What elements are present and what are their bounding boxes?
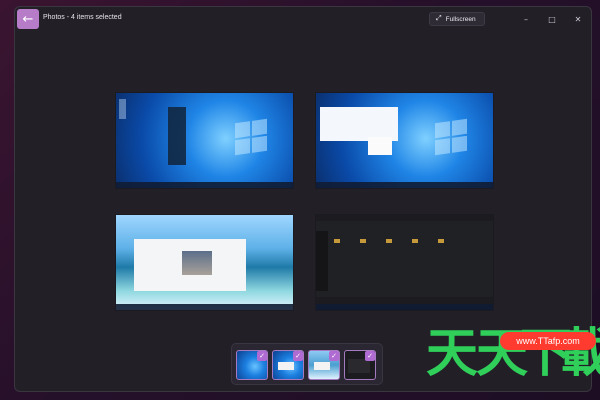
- thumbnail-3[interactable]: ✓: [308, 350, 340, 380]
- fullscreen-button[interactable]: ⤢ Fullscreen: [429, 12, 485, 26]
- expand-diagonal-icon: ⤢: [436, 15, 442, 22]
- title-bar: ← Photos - 4 items selected ⤢ Fullscreen…: [15, 7, 591, 33]
- maximize-icon: □: [548, 14, 556, 24]
- check-icon[interactable]: ✓: [329, 351, 339, 361]
- check-icon[interactable]: ✓: [257, 351, 267, 361]
- mini-window: [278, 362, 294, 370]
- taskbar: [116, 304, 293, 310]
- context-menu: [368, 137, 392, 155]
- compare-photo-3[interactable]: [115, 214, 294, 311]
- explorer-sidebar: [316, 231, 328, 291]
- windows-logo-icon: [435, 118, 467, 156]
- compare-photo-2[interactable]: [315, 92, 494, 189]
- photos-window: ← Photos - 4 items selected ⤢ Fullscreen…: [14, 6, 592, 392]
- thumbnail-2[interactable]: ✓: [272, 350, 304, 380]
- check-icon[interactable]: ✓: [293, 351, 303, 361]
- taskbar: [316, 182, 493, 188]
- context-menu: [168, 107, 186, 165]
- close-icon: ✕: [574, 14, 582, 24]
- thumbnail-1[interactable]: ✓: [236, 350, 268, 380]
- back-button[interactable]: ←: [17, 9, 39, 29]
- file-explorer-window: [316, 221, 493, 297]
- mini-window: [314, 362, 330, 370]
- compare-photo-1[interactable]: [115, 92, 294, 189]
- desktop-icons: [119, 99, 126, 119]
- minimize-button[interactable]: –: [519, 12, 533, 26]
- maximize-button[interactable]: □: [545, 12, 559, 26]
- arrow-left-icon: ←: [22, 11, 34, 27]
- close-button[interactable]: ✕: [571, 12, 585, 26]
- fullscreen-label: Fullscreen: [445, 15, 476, 23]
- thumbnail-4[interactable]: ✓: [344, 350, 376, 380]
- taskbar: [316, 304, 493, 310]
- windows-logo-icon: [235, 118, 267, 156]
- dialog-window: [320, 107, 398, 141]
- minimize-icon: –: [524, 14, 528, 24]
- window-title: Photos - 4 items selected: [43, 14, 122, 21]
- selection-filmstrip: ✓ ✓ ✓ ✓: [231, 343, 383, 385]
- folder-icons: [334, 239, 454, 243]
- photo-preview: [182, 251, 212, 275]
- mini-window: [348, 359, 370, 373]
- compare-photo-4[interactable]: [315, 214, 494, 311]
- check-icon[interactable]: ✓: [365, 351, 375, 361]
- taskbar: [116, 182, 293, 188]
